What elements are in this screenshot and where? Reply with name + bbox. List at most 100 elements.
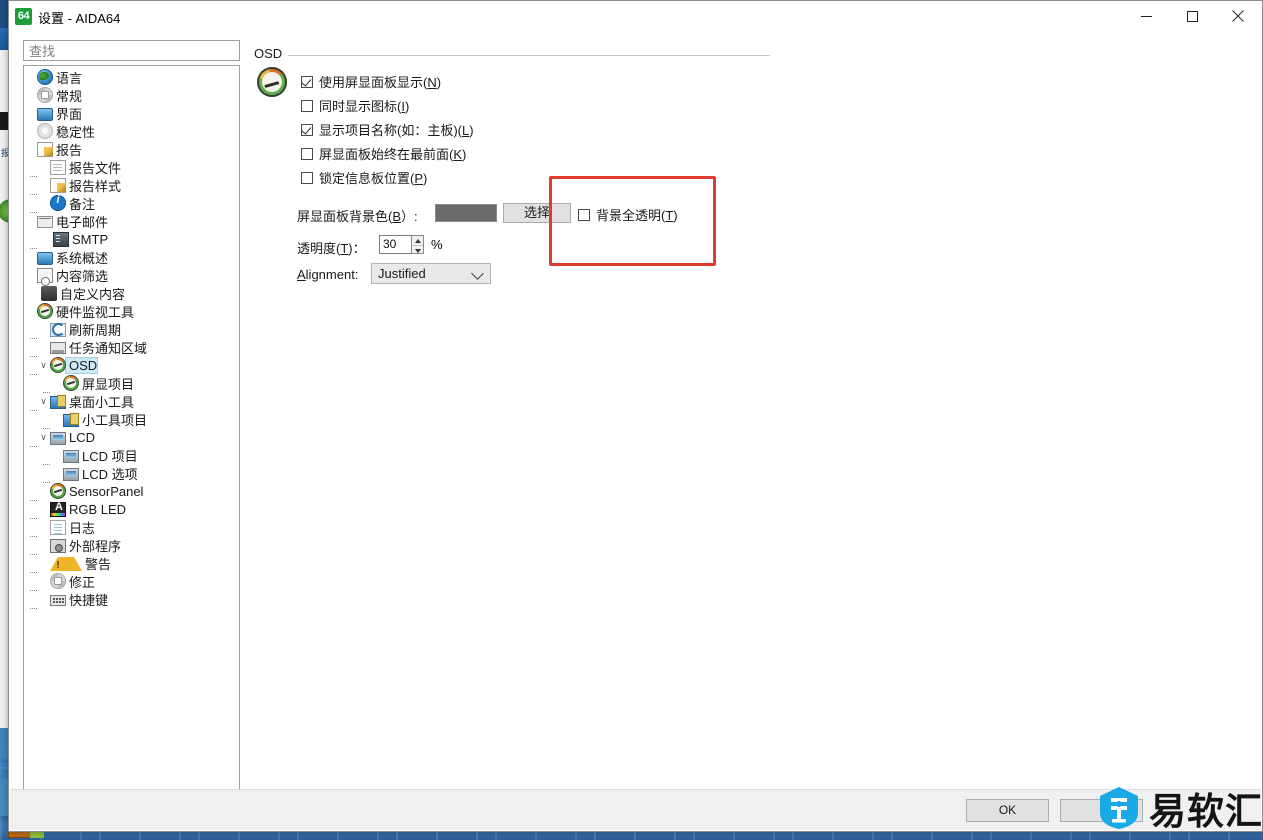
refresh-icon [50,322,66,337]
minimize-button[interactable] [1123,1,1169,31]
minimize-icon [1140,15,1152,17]
dialog-footer: OK [10,789,1261,830]
gear2-icon [37,123,53,139]
sidebar-item-label: LCD 选项 [82,466,138,482]
checkbox-row-use-osd-panel[interactable]: 使用屏显面板显示(N) [301,72,441,91]
doc-pen-icon [50,177,66,193]
sidebar-item-17[interactable]: 屏显项目 [24,374,239,393]
sidebar-item-3[interactable]: 稳定性 [24,122,239,140]
sidebar-item-22[interactable]: LCD 选项 [24,464,239,483]
expander-toggle-icon[interactable]: ∨ [37,432,50,443]
bgcolor-label: 屏显面板背景色(B）: [297,209,418,224]
keyboard-icon [50,595,66,606]
checkbox-always-on-top[interactable] [301,147,313,160]
annotation-highlight-box [549,176,716,266]
document-icon [50,159,66,175]
sidebar-item-label: 桌面小工具 [69,394,135,410]
sidebar-item-12[interactable]: 自定义内容 [24,284,239,302]
info-icon [50,194,66,211]
stepper-up-button[interactable] [412,236,423,245]
checkbox-show-item-names[interactable] [301,123,313,136]
sidebar-item-0[interactable]: 语言 [24,68,239,86]
checkbox-row-always-on-top[interactable]: 屏显面板始终在最前面(K) [301,144,466,163]
bgcolor-swatch[interactable] [435,204,497,222]
sidebar-item-label: SMTP [72,231,109,247]
sidebar-item-24[interactable]: RGB LED [24,500,239,519]
sidebar-item-25[interactable]: 日志 [24,518,239,537]
sidebar-item-label: 语言 [56,70,83,86]
watermark-text: 易软汇 [1149,790,1263,833]
sidebar-item-26[interactable]: 外部程序 [24,536,239,555]
sidebar-item-21[interactable]: LCD 项目 [24,446,239,465]
sidebar-item-label: 稳定性 [56,124,96,140]
widget-icon [63,412,79,427]
server-icon [53,231,69,247]
osd-gauge-icon [257,67,287,97]
checkbox-row-show-item-names[interactable]: 显示项目名称(如：主板)(L) [301,120,474,139]
sidebar-item-label: 界面 [56,106,83,122]
group-divider [288,55,770,56]
close-button[interactable] [1215,1,1261,31]
sidebar-item-18[interactable]: ∨ 桌面小工具 [24,392,239,411]
settings-tree[interactable]: 语言常规界面稳定性报告报告文件报告样式备注电子邮件SMTP 系统概述内容筛选自定义… [23,65,240,824]
globe-icon [37,69,53,85]
search-input[interactable]: 查找 [23,40,240,61]
maximize-icon [1186,10,1198,22]
stepper-down-button[interactable] [412,244,423,255]
sidebar-item-label: 外部程序 [69,538,122,554]
sidebar-item-14[interactable]: 刷新周期 [24,320,239,339]
sidebar-item-label: 警告 [85,556,112,572]
sidebar-item-23[interactable]: SensorPanel [24,482,239,501]
settings-window: 64 设置 - AIDA64 查找 语言常规界面稳定性报告报告文件报告样式备注电… [8,0,1263,832]
sidebar-item-7[interactable]: 备注 [24,194,239,213]
sidebar-item-8[interactable]: 电子邮件 [24,212,239,230]
sidebar-item-19[interactable]: 小工具项目 [24,410,239,429]
doc-pen-icon [37,141,53,157]
external-app-icon [50,538,66,553]
sidebar-item-15[interactable]: 任务通知区域 [24,338,239,357]
sidebar-item-13[interactable]: 硬件监视工具 [24,302,239,320]
caret-up-icon [415,239,421,243]
sidebar-item-2[interactable]: 界面 [24,104,239,122]
checkbox-label-lock-position: 锁定信息板位置(P) [319,171,428,186]
lcd-icon [50,431,66,445]
checkbox-label-use-osd-panel: 使用屏显面板显示(N) [319,75,442,90]
sidebar-item-20[interactable]: ∨ LCD [24,428,239,447]
transparency-input[interactable]: 30 [379,235,412,254]
sidebar-item-5[interactable]: 报告文件 [24,158,239,177]
checkbox-lock-position[interactable] [301,171,313,184]
sidebar-item-27[interactable]: 警告 [24,554,239,573]
sidebar-item-label: 备注 [69,196,96,212]
checkbox-show-icons[interactable] [301,99,313,112]
sidebar-item-label: 报告样式 [69,178,122,194]
transparency-stepper[interactable] [411,235,424,254]
checkbox-row-show-icons[interactable]: 同时显示图标(I) [301,96,409,115]
percent-unit-label: % [431,237,443,252]
sidebar-item-label: 内容筛选 [56,268,109,284]
transparency-label: 透明度(T)： [297,241,366,256]
gauge-icon [50,357,66,373]
alignment-select[interactable]: Justified [371,263,491,284]
sidebar-item-label: 电子邮件 [56,214,109,230]
close-icon [1232,10,1244,22]
checkbox-row-lock-position[interactable]: 锁定信息板位置(P) [301,168,427,187]
sidebar-item-4[interactable]: 报告 [24,140,239,158]
group-label: OSD [254,46,289,61]
checkbox-use-osd-panel[interactable] [301,75,313,88]
sidebar-item-28[interactable]: 修正 [24,572,239,591]
sidebar-item-10[interactable]: 系统概述 [24,248,239,266]
maximize-button[interactable] [1169,1,1215,31]
sidebar-item-label: 小工具项目 [82,412,148,428]
sidebar-item-6[interactable]: 报告样式 [24,176,239,195]
sidebar-item-label: 刷新周期 [69,322,122,338]
filter-icon [37,267,53,286]
sidebar-item-1[interactable]: 常规 [24,86,239,104]
expander-toggle-icon[interactable]: ∨ [37,360,50,371]
sidebar-item-29[interactable]: 快捷键 [24,590,239,609]
tray-icon [50,342,66,354]
sidebar-item-11[interactable]: 内容筛选 [24,266,239,286]
sidebar-item-9[interactable]: SMTP [24,230,239,249]
expander-toggle-icon[interactable]: ∨ [37,396,50,407]
sidebar-item-16[interactable]: ∨ OSD [24,356,239,375]
ok-button[interactable]: OK [966,799,1049,822]
